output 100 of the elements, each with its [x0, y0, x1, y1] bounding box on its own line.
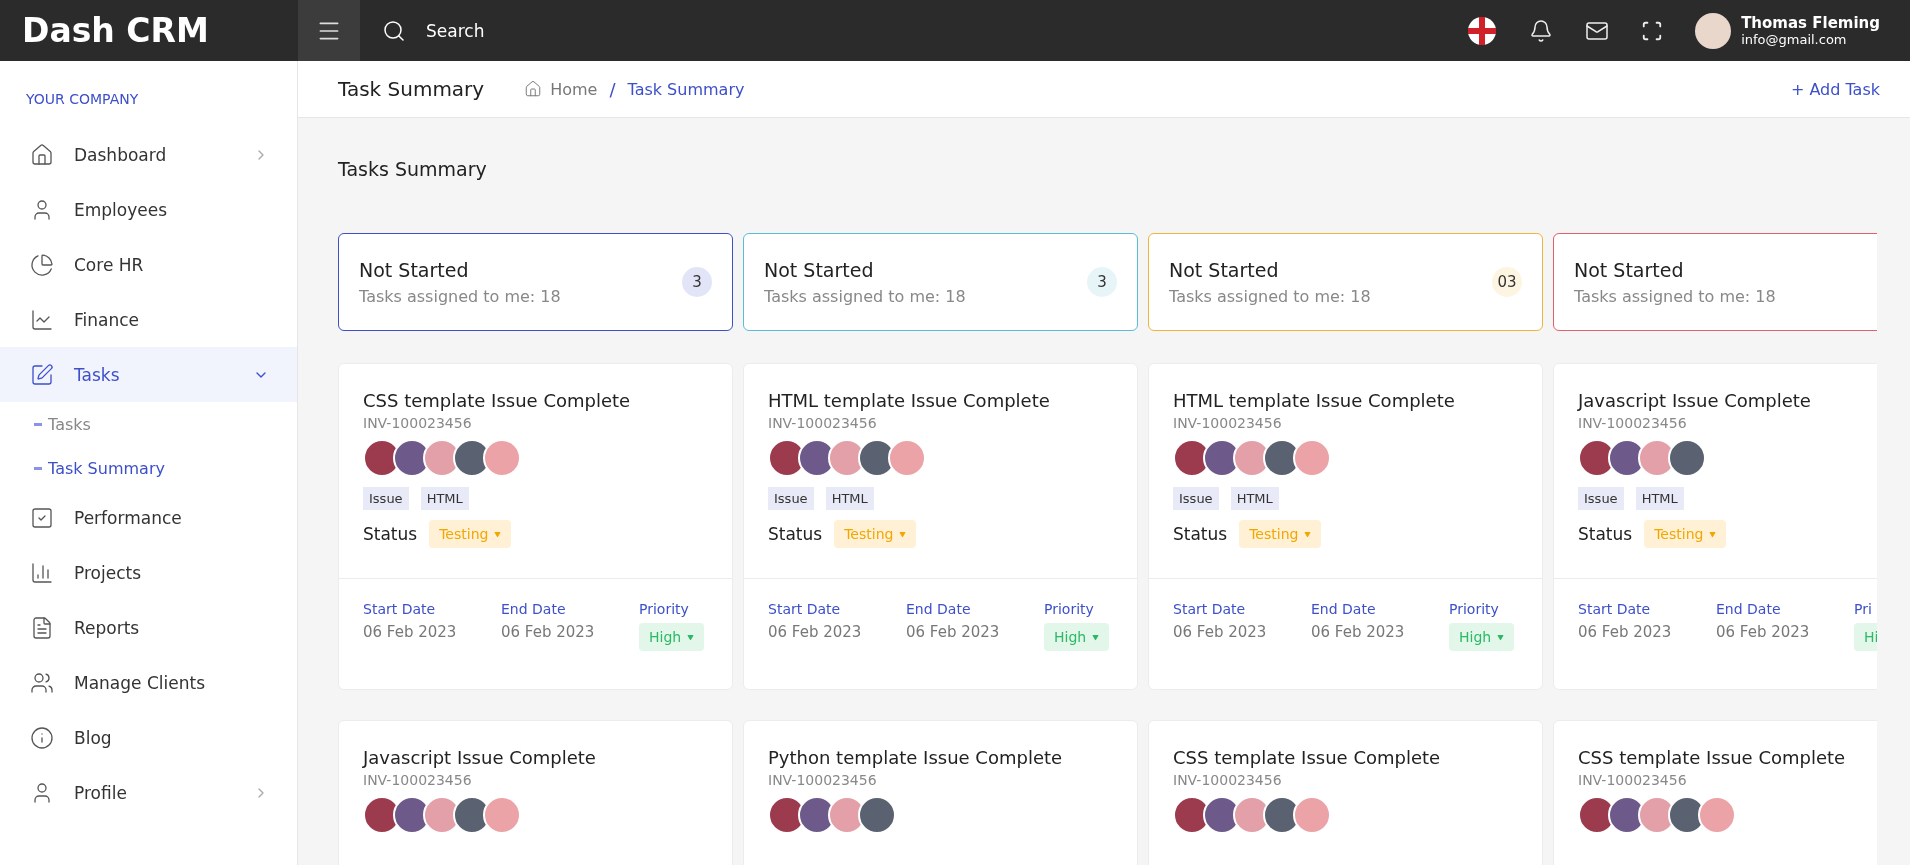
user-name: Thomas Fleming — [1741, 14, 1880, 32]
menu-button[interactable] — [298, 0, 360, 61]
home-icon — [524, 80, 543, 98]
stat-subtitle: Tasks assigned to me: 18 — [1574, 286, 1776, 306]
info-icon — [30, 725, 54, 750]
edit-icon — [30, 362, 54, 387]
stat-title: Not Started — [359, 258, 470, 281]
sidebar-item[interactable]: Dashboard — [0, 127, 297, 182]
tag: HTML — [825, 487, 874, 510]
task-title: Python template Issue Complete — [768, 747, 1064, 768]
count-badge: 03 — [1492, 267, 1522, 297]
date-label: Start Date — [768, 601, 842, 617]
status-label: Status — [1578, 524, 1633, 544]
search-field[interactable]: Search — [424, 19, 624, 42]
date-label: Start Date — [1173, 601, 1247, 617]
task-title: HTML template Issue Complete — [1173, 390, 1456, 411]
flag-icon[interactable] — [1467, 15, 1498, 46]
date-value: 06 Feb 2023 — [1173, 623, 1268, 641]
sidebar-item[interactable]: Profile — [0, 765, 297, 820]
date-label: Start Date — [363, 601, 437, 617]
stat-title: Not Started — [1574, 258, 1685, 281]
tag: Issue — [1578, 487, 1624, 510]
page-title: Task Summary — [338, 77, 485, 101]
tag: HTML — [1635, 487, 1684, 510]
task-id: INV-100023456 — [768, 772, 878, 788]
date-label: Start Date — [1578, 601, 1652, 617]
document-icon — [30, 615, 54, 640]
tag: HTML — [420, 487, 469, 510]
user-avatar[interactable] — [1695, 12, 1732, 49]
task-id: INV-100023456 — [768, 415, 878, 431]
home-icon — [30, 142, 54, 167]
date-value: 06 Feb 2023 — [768, 623, 863, 641]
date-value: 06 Feb 2023 — [906, 623, 1001, 641]
task-title: CSS template Issue Complete — [1173, 747, 1442, 768]
tag: HTML — [1230, 487, 1279, 510]
section-title: Tasks Summary — [338, 158, 488, 180]
task-id: INV-100023456 — [363, 415, 473, 431]
fullscreen-icon[interactable] — [1641, 19, 1664, 42]
status-label: Status — [1173, 524, 1228, 544]
task-title: CSS template Issue Complete — [363, 390, 632, 411]
sidebar-heading: YOUR COMPANY — [25, 91, 140, 107]
task-title: Javascript Issue Complete — [1578, 390, 1812, 411]
task-id: INV-100023456 — [363, 772, 473, 788]
caret-icon — [1709, 530, 1717, 538]
date-label: End Date — [1716, 601, 1782, 617]
caret-icon — [1304, 530, 1312, 538]
task-id: INV-100023456 — [1578, 415, 1688, 431]
stat-subtitle: Tasks assigned to me: 18 — [359, 286, 561, 306]
search-icon[interactable] — [382, 18, 406, 43]
priority-label: Priority — [639, 601, 690, 617]
checkbox-icon — [30, 505, 54, 530]
caret-icon — [494, 530, 502, 538]
sidebar-item[interactable]: Core HR — [0, 237, 297, 292]
caret-icon — [1092, 633, 1100, 641]
sidebar-item[interactable]: Employees — [0, 182, 297, 237]
breadcrumb-link[interactable]: Home — [524, 79, 598, 99]
app-logo: Dash CRM — [21, 11, 210, 50]
stat-title: Not Started — [1169, 258, 1280, 281]
task-title: Javascript Issue Complete — [363, 747, 597, 768]
tag: Issue — [1173, 487, 1219, 510]
task-id: INV-100023456 — [1578, 772, 1688, 788]
priority-label: Pri — [1854, 601, 1873, 617]
user-email: info@gmail.com — [1741, 32, 1848, 47]
sidebar-item[interactable]: Performance — [0, 490, 297, 545]
stat-subtitle: Tasks assigned to me: 18 — [764, 286, 966, 306]
count-badge: 3 — [1087, 267, 1117, 297]
stat-title: Not Started — [764, 258, 875, 281]
date-label: End Date — [906, 601, 972, 617]
breadcrumb-link[interactable]: Task Summary — [627, 79, 745, 99]
caret-icon — [1497, 633, 1505, 641]
tag: Issue — [768, 487, 814, 510]
status-label: Status — [768, 524, 823, 544]
stat-subtitle: Tasks assigned to me: 18 — [1169, 286, 1371, 306]
users-icon — [30, 670, 54, 695]
date-label: End Date — [501, 601, 567, 617]
caret-icon — [687, 633, 695, 641]
sidebar-item[interactable]: Tasks — [0, 347, 297, 402]
date-value: 06 Feb 2023 — [1716, 623, 1811, 641]
sidebar-item[interactable]: Reports — [0, 600, 297, 655]
sidebar-subitem[interactable]: Task Summary — [0, 446, 297, 490]
priority-label: Priority — [1449, 601, 1500, 617]
task-id: INV-100023456 — [1173, 772, 1283, 788]
date-value: 06 Feb 2023 — [501, 623, 596, 641]
task-title: HTML template Issue Complete — [768, 390, 1051, 411]
caret-icon — [899, 530, 907, 538]
pie-chart-icon — [30, 252, 54, 277]
tag: Issue — [363, 487, 409, 510]
sidebar-item[interactable]: Finance — [0, 292, 297, 347]
date-value: 06 Feb 2023 — [363, 623, 458, 641]
task-title: CSS template Issue Complete — [1578, 747, 1847, 768]
add-task-link[interactable]: + Add Task — [1790, 79, 1880, 99]
sidebar-item[interactable]: Blog — [0, 710, 297, 765]
breadcrumb-separator: / — [609, 78, 616, 100]
bell-icon[interactable] — [1529, 18, 1554, 43]
sidebar-item[interactable]: Projects — [0, 545, 297, 600]
sidebar-subitem[interactable]: Tasks — [0, 402, 297, 446]
status-label: Status — [363, 524, 418, 544]
sidebar-item[interactable]: Manage Clients — [0, 655, 297, 710]
task-id: INV-100023456 — [1173, 415, 1283, 431]
date-value: 06 Feb 2023 — [1578, 623, 1673, 641]
